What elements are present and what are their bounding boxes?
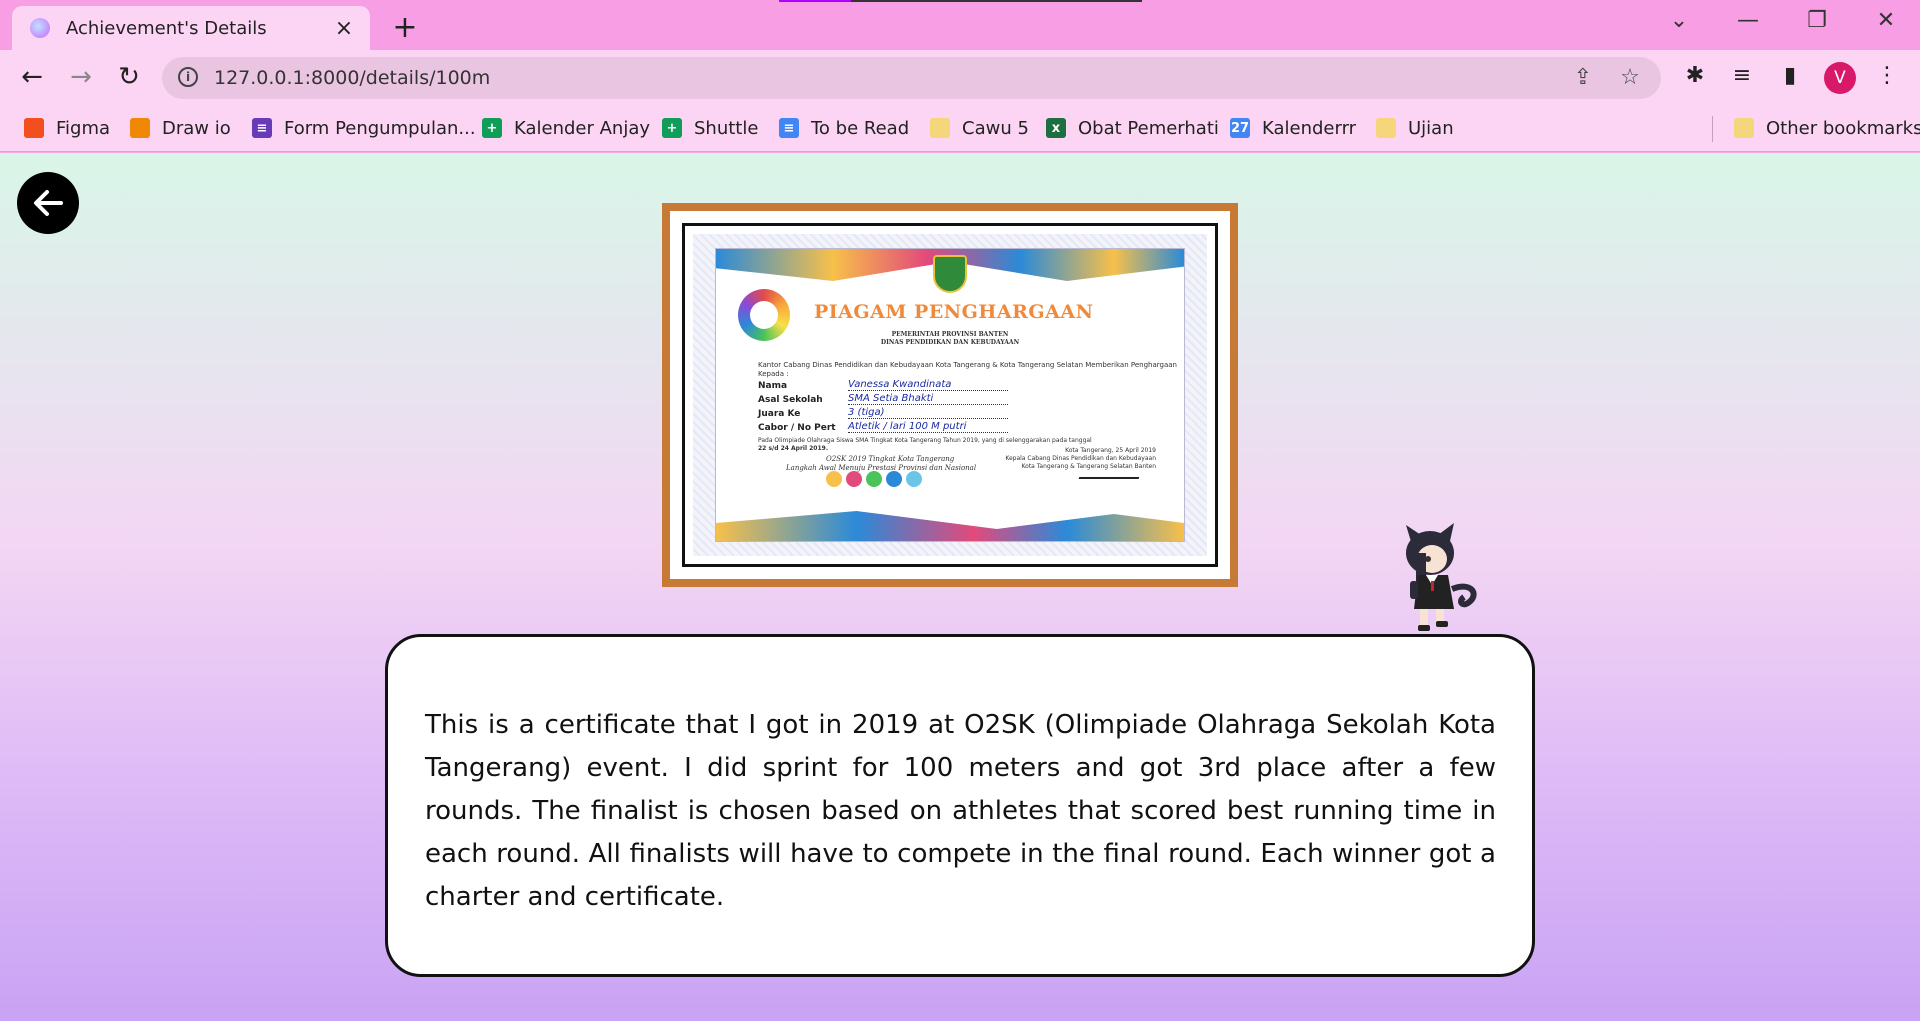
field-label-juara: Juara Ke: [758, 409, 801, 419]
bookmark-form-pengumpulan[interactable]: ≡ Form Pengumpulan...: [252, 116, 476, 140]
certificate-title: PIAGAM PENGHARGAAN: [814, 301, 1094, 323]
certificate-event-date: 22 s/d 24 April 2019.: [758, 445, 829, 452]
certificate-image: PIAGAM PENGHARGAAN PEMERINTAH PROVINSI B…: [693, 234, 1207, 556]
field-label-cabor: Cabor / No Pert: [758, 423, 836, 433]
certificate-to: Kepada :: [758, 370, 789, 378]
bookmark-kalenderrr[interactable]: 27 Kalenderrr: [1230, 116, 1356, 140]
certificate-issuer-1: PEMERINTAH PROVINSI BANTEN: [891, 331, 1009, 338]
description-card: This is a certificate that I got in 2019…: [385, 634, 1535, 977]
achievement-description: This is a certificate that I got in 2019…: [425, 710, 1496, 912]
folder-icon: [1376, 118, 1396, 138]
bookmark-ujian[interactable]: Ujian: [1376, 116, 1454, 140]
tab-search-icon[interactable]: ⌄: [1664, 8, 1694, 33]
field-value-juara: 3 (tiga): [848, 407, 1008, 419]
bookmark-cawu-5[interactable]: Cawu 5: [930, 116, 1029, 140]
share-icon[interactable]: ⇪: [1570, 65, 1596, 90]
docs-icon: ≡: [779, 118, 799, 138]
browser-toolbar: ← → ↻ i 127.0.0.1:8000/details/100m ⇪ ☆ …: [0, 50, 1920, 106]
sport-icons: [826, 471, 922, 487]
loading-bar: [779, 0, 1142, 2]
field-value-sekolah: SMA Setia Bhakti: [848, 393, 1008, 405]
certificate-intro: Kantor Cabang Dinas Pendidikan dan Kebud…: [758, 361, 1177, 369]
bookmark-obat-pemerhati[interactable]: x Obat Pemerhati: [1046, 116, 1219, 140]
excel-icon: x: [1046, 118, 1066, 138]
back-nav-button[interactable]: ←: [16, 62, 48, 92]
certificate-frame: PIAGAM PENGHARGAAN PEMERINTAH PROVINSI B…: [662, 203, 1238, 587]
banten-seal-icon: [933, 255, 967, 293]
side-panel-icon[interactable]: ▮: [1775, 63, 1805, 88]
address-bar[interactable]: i 127.0.0.1:8000/details/100m ⇪ ☆: [162, 57, 1661, 99]
bookmark-kalender-anjay[interactable]: + Kalender Anjay: [482, 116, 650, 140]
tab-title: Achievement's Details: [66, 17, 267, 39]
certificate-event-line: Pada Olimpiade Olahraga Siswa SMA Tingka…: [758, 437, 1092, 444]
profile-avatar[interactable]: V: [1824, 62, 1856, 94]
tab-achievement-details[interactable]: Achievement's Details ×: [12, 6, 370, 50]
page-content: PIAGAM PENGHARGAAN PEMERINTAH PROVINSI B…: [0, 153, 1920, 1021]
forms-icon: ≡: [252, 118, 272, 138]
certificate-motto-1: O2SK 2019 Tingkat Kota Tangerang: [826, 455, 955, 463]
sheets-icon: +: [482, 118, 502, 138]
site-info-icon[interactable]: i: [178, 67, 198, 87]
bookmarks-bar: Figma Draw io ≡ Form Pengumpulan... + Ka…: [0, 106, 1920, 152]
field-value-nama: Vanessa Kwandinata: [848, 379, 1008, 391]
new-tab-button[interactable]: +: [390, 10, 420, 45]
cat-girl-mascot-icon: [1406, 523, 1477, 631]
folder-icon: [930, 118, 950, 138]
signature-mark: [1078, 449, 1150, 479]
bookmark-star-icon[interactable]: ☆: [1617, 65, 1643, 90]
media-control-icon[interactable]: ≡: [1727, 63, 1757, 88]
forward-nav-button[interactable]: →: [65, 62, 97, 92]
certificate-bottom-ribbon: [716, 511, 1184, 541]
tab-strip: Achievement's Details × + ⌄ — ❐ ✕: [0, 0, 1920, 50]
calendar-icon: 27: [1230, 118, 1250, 138]
sheets-icon: +: [662, 118, 682, 138]
bookmark-to-be-read[interactable]: ≡ To be Read: [779, 116, 909, 140]
minimize-button[interactable]: —: [1733, 8, 1763, 33]
menu-icon[interactable]: ⋮: [1872, 63, 1902, 88]
reload-button[interactable]: ↻: [113, 62, 145, 92]
folder-icon: [1734, 118, 1754, 138]
bookmark-drawio[interactable]: Draw io: [130, 116, 231, 140]
site-favicon-icon: [30, 18, 50, 38]
tab-close-icon[interactable]: ×: [332, 16, 356, 41]
figma-icon: [24, 118, 44, 138]
close-window-button[interactable]: ✕: [1871, 8, 1901, 33]
restore-button[interactable]: ❐: [1802, 8, 1832, 33]
bookmark-shuttle[interactable]: + Shuttle: [662, 116, 758, 140]
field-value-cabor: Atletik / lari 100 M putri: [848, 421, 1008, 433]
drawio-icon: [130, 118, 150, 138]
certificate-issuer-2: DINAS PENDIDIKAN DAN KEBUDAYAAN: [880, 339, 1020, 346]
back-arrow-icon: [34, 190, 63, 216]
extensions-icon[interactable]: ✱: [1680, 63, 1710, 88]
bookmarks-divider: [1712, 116, 1713, 142]
field-label-sekolah: Asal Sekolah: [758, 395, 823, 405]
bookmark-figma[interactable]: Figma: [24, 116, 110, 140]
url-text[interactable]: 127.0.0.1:8000/details/100m: [214, 67, 490, 89]
field-label-nama: Nama: [758, 381, 788, 391]
back-button[interactable]: [17, 172, 79, 234]
other-bookmarks[interactable]: Other bookmarks: [1734, 116, 1920, 140]
